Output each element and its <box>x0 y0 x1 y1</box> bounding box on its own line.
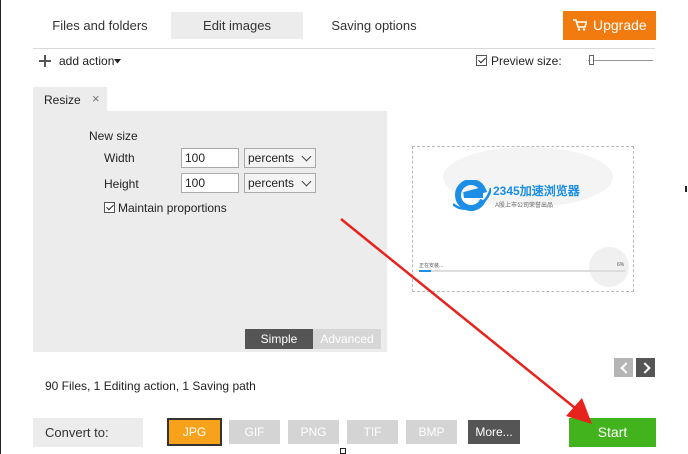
height-input[interactable]: 100 <box>181 173 239 193</box>
resize-handle[interactable] <box>340 448 346 454</box>
top-divider <box>33 48 655 49</box>
preview-size-checkbox[interactable] <box>476 55 487 66</box>
preview-tagline: A股上市公司荣誉出品 <box>495 203 554 209</box>
plus-icon <box>39 55 51 67</box>
new-size-title: New size <box>89 129 138 143</box>
height-label: Height <box>104 177 139 191</box>
upgrade-button[interactable]: Upgrade <box>563 11 656 40</box>
width-input[interactable]: 100 <box>181 148 239 168</box>
chevron-down-icon <box>301 176 312 187</box>
tab-saving-options[interactable]: Saving options <box>307 12 441 39</box>
status-text: 90 Files, 1 Editing action, 1 Saving pat… <box>45 379 256 393</box>
advanced-mode-button[interactable]: Advanced <box>313 329 381 349</box>
format-jpg-button[interactable]: JPG <box>167 418 222 446</box>
cart-icon <box>573 19 587 31</box>
height-unit-select[interactable]: percents <box>244 173 316 193</box>
close-icon[interactable]: × <box>92 91 100 106</box>
caret-down-icon <box>114 59 121 64</box>
action-tab-label: Resize <box>44 93 81 107</box>
preview-brand-text: 2345加速浏览器 <box>493 184 580 198</box>
next-image-button[interactable] <box>636 358 655 377</box>
preview-status-text: 正在安装... <box>419 263 444 269</box>
upgrade-label: Upgrade <box>593 17 647 33</box>
preview-size-slider-track[interactable] <box>588 60 653 61</box>
maintain-proportions-label: Maintain proportions <box>118 201 227 215</box>
previous-image-button[interactable] <box>614 358 633 377</box>
width-unit-select[interactable]: percents <box>244 148 316 168</box>
start-button[interactable]: Start <box>569 418 656 447</box>
browser-logo-icon <box>453 180 491 211</box>
preview-size-slider-thumb[interactable] <box>589 55 594 65</box>
height-unit-value: percents <box>248 176 295 190</box>
maintain-proportions-checkbox[interactable] <box>104 202 115 213</box>
add-action-button[interactable]: add action <box>37 52 127 70</box>
format-gif-button[interactable]: GIF <box>229 420 280 444</box>
action-tab-resize[interactable]: Resize × <box>33 87 107 111</box>
width-unit-value: percents <box>248 151 295 165</box>
format-png-button[interactable]: PNG <box>288 420 339 444</box>
chevron-down-icon <box>301 151 312 162</box>
format-tif-button[interactable]: TIF <box>347 420 398 444</box>
preview-percent: 6% <box>617 262 625 268</box>
width-label: Width <box>104 151 135 165</box>
add-action-label: add action <box>59 54 115 68</box>
simple-mode-button[interactable]: Simple <box>245 329 313 349</box>
tab-files-and-folders[interactable]: Files and folders <box>33 12 167 39</box>
preview-progress-track <box>419 270 625 272</box>
preview-size-label: Preview size: <box>491 54 562 68</box>
format-bmp-button[interactable]: BMP <box>406 420 457 444</box>
convert-to-label: Convert to: <box>33 418 143 447</box>
preview-progress-fill <box>419 270 432 272</box>
window-edge <box>0 0 1 454</box>
tab-edit-images[interactable]: Edit images <box>171 12 303 39</box>
image-preview: 2345加速浏览器 A股上市公司荣誉出品 正在安装... 6% <box>412 146 634 292</box>
more-formats-button[interactable]: More... <box>468 420 520 444</box>
resize-handle[interactable] <box>685 186 687 192</box>
